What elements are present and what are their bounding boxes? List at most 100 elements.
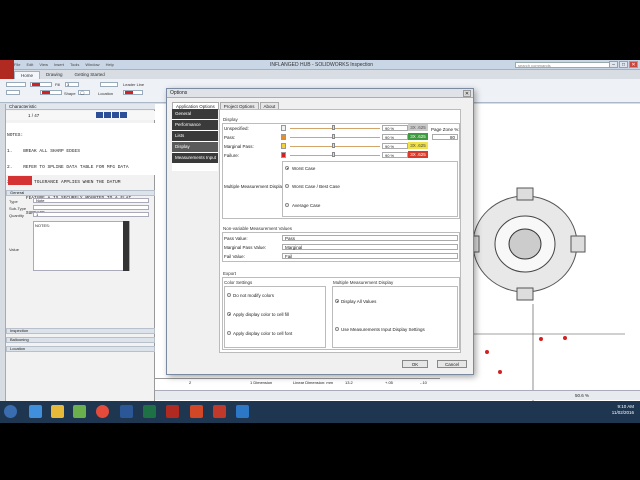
tab-drawing[interactable]: Drawing (40, 71, 69, 79)
category-general[interactable]: General (172, 109, 218, 119)
tab-home[interactable]: Home (14, 71, 41, 79)
ie-icon[interactable] (29, 405, 42, 418)
title-bar: File Edit View Insert Tools Window Help … (0, 60, 640, 70)
slider-thumb-failure[interactable] (332, 152, 335, 157)
chrome-icon[interactable] (96, 405, 109, 418)
system-clock[interactable]: 9:10 AM 11/02/2016 (612, 404, 634, 416)
marginal-value-input[interactable]: Marginal (282, 244, 458, 250)
slider-failure[interactable] (290, 155, 380, 156)
cancel-button[interactable]: Cancel (437, 360, 467, 368)
inspection-icon[interactable] (213, 405, 226, 418)
section-general[interactable]: General (6, 190, 155, 196)
word-icon[interactable] (120, 405, 133, 418)
section-inspection[interactable]: Inspection (6, 328, 155, 334)
font-select[interactable] (6, 82, 26, 87)
menu-edit[interactable]: Edit (26, 62, 33, 68)
notes-text: NOTES: 1. BREAK ALL SHARP EDGES 2. REFER… (6, 123, 155, 216)
dialog-title: Options (167, 89, 473, 98)
slider-unspecified[interactable] (290, 128, 380, 129)
color-swatch-marginal[interactable] (281, 143, 286, 149)
type-field[interactable]: Note (33, 198, 149, 203)
nav-buttons (96, 112, 128, 120)
menu-view[interactable]: View (39, 62, 48, 68)
maximize-button[interactable]: □ (619, 61, 628, 68)
next-icon[interactable] (112, 112, 119, 118)
category-performance[interactable]: Performance (172, 120, 218, 130)
fill-input[interactable]: 3 (65, 82, 79, 87)
page-zone-input[interactable]: 80 (432, 134, 458, 140)
row-type: Linear Dimension: mm (293, 380, 334, 385)
menu-window[interactable]: Window (85, 62, 99, 68)
fill-color-select[interactable] (40, 90, 62, 95)
slider-thumb-marginal[interactable] (332, 143, 335, 148)
radio-worst-case[interactable] (285, 166, 289, 170)
nonvariable-title: Non-variable Measurement Values (223, 226, 292, 231)
radio-cell-font[interactable] (227, 331, 231, 335)
close-button[interactable]: ✕ (629, 61, 638, 68)
fail-value-input[interactable]: Fail (282, 253, 458, 259)
table-row[interactable]: 2 1 Dimension Linear Dimension: mm 13.2 … (155, 378, 440, 386)
prev-icon[interactable] (104, 112, 111, 118)
first-icon[interactable] (96, 112, 103, 118)
menu-file[interactable]: File (14, 62, 20, 68)
label-cell-fill: Apply display color to cell fill (233, 312, 290, 317)
menu-tools[interactable]: Tools (70, 62, 79, 68)
quantity-field[interactable]: 1 (33, 212, 149, 217)
menu-help[interactable]: Help (106, 62, 114, 68)
solidworks-icon[interactable] (166, 405, 179, 418)
minimize-button[interactable]: – (609, 61, 618, 68)
pct-unspecified[interactable]: 90 % (382, 125, 408, 131)
row-limit: -.10 (420, 380, 427, 385)
tab-getting-started[interactable]: Getting Started (69, 71, 111, 79)
category-measurements-input[interactable]: Measurements Input (172, 153, 218, 163)
settings-icon[interactable] (236, 405, 249, 418)
radio-worst-best[interactable] (285, 184, 289, 188)
media-icon[interactable] (73, 405, 86, 418)
search-input[interactable]: search commands (515, 62, 615, 68)
color-swatch-unspecified[interactable] (281, 125, 286, 131)
category-display[interactable]: Display (172, 142, 218, 152)
dialog-close-icon[interactable]: ✕ (463, 90, 471, 97)
menu-insert[interactable]: Insert (54, 62, 64, 68)
color-swatch-pass[interactable] (281, 134, 286, 140)
slider-thumb-unspecified[interactable] (332, 125, 335, 130)
leader-color-select[interactable] (123, 90, 143, 95)
pass-value-label: Pass Value: (224, 236, 248, 241)
shape-select[interactable]: ◯ (78, 90, 90, 95)
radio-use-input-settings[interactable] (335, 327, 339, 331)
row-label-pass: Pass: (224, 135, 236, 140)
radio-display-all[interactable] (335, 299, 339, 303)
radio-cell-fill[interactable] (227, 312, 231, 316)
line-style-select[interactable] (100, 82, 118, 87)
radio-no-modify[interactable] (227, 293, 231, 297)
size-select[interactable] (6, 90, 20, 95)
last-icon[interactable] (120, 112, 127, 118)
ok-button[interactable]: OK (402, 360, 428, 368)
radio-average[interactable] (285, 203, 289, 207)
value-scrollbar[interactable] (123, 221, 129, 271)
quantity-label: Quantity (9, 213, 24, 218)
start-icon[interactable] (4, 405, 17, 418)
pass-value-input[interactable]: Pass (282, 235, 458, 241)
pct-pass[interactable]: 90 % (382, 134, 408, 140)
status-bar: 50.6 % (155, 390, 640, 400)
slider-thumb-pass[interactable] (332, 134, 335, 139)
notes-line: NOTES: (7, 133, 24, 139)
leader-line-label: Leader Line (123, 82, 145, 87)
slider-pass[interactable] (290, 137, 380, 138)
zoom-level: 50.6 % (575, 393, 590, 398)
pct-marginal[interactable]: 90 % (382, 143, 408, 149)
subtype-field[interactable] (33, 205, 149, 210)
explorer-icon[interactable] (51, 405, 64, 418)
section-location[interactable]: Location (6, 346, 155, 352)
excel-icon[interactable] (143, 405, 156, 418)
section-ballooning[interactable]: Ballooning (6, 337, 155, 343)
multiple-display-label: Multiple Measurement Display (224, 184, 285, 189)
category-lists[interactable]: Lists (172, 131, 218, 141)
powerpoint-icon[interactable] (190, 405, 203, 418)
pct-failure[interactable]: 90 % (382, 152, 408, 158)
value-textarea[interactable]: NOTES: (33, 221, 130, 271)
color-select[interactable] (30, 82, 52, 87)
slider-marginal[interactable] (290, 146, 380, 147)
color-swatch-failure[interactable] (281, 152, 286, 158)
